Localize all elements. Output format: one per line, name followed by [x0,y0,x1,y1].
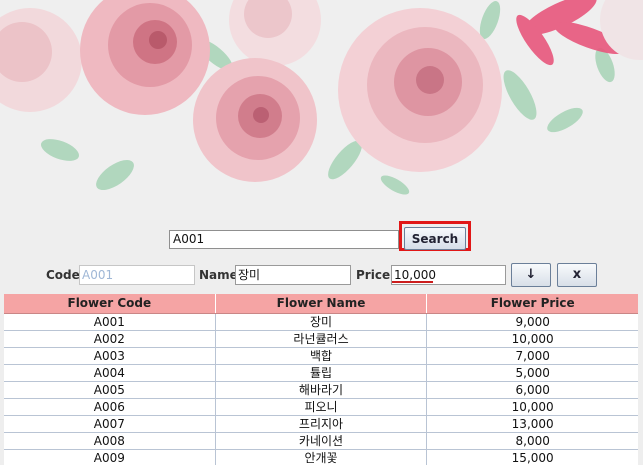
cell-price[interactable]: 9,000 [427,314,638,330]
table-row[interactable]: A002 라넌큘러스 10,000 [4,331,638,348]
table-row[interactable]: A004 튤립 5,000 [4,365,638,382]
cell-name[interactable]: 백합 [216,348,428,364]
cell-code[interactable]: A005 [4,382,216,398]
table-row[interactable]: A008 카네이션 8,000 [4,433,638,450]
table-row[interactable]: A003 백합 7,000 [4,348,638,365]
name-field[interactable] [235,265,351,285]
cell-name[interactable]: 피오니 [216,399,428,415]
cell-code[interactable]: A009 [4,450,216,465]
table-row[interactable]: A006 피오니 10,000 [4,399,638,416]
cell-name[interactable]: 프리지아 [216,416,428,432]
cell-code[interactable]: A006 [4,399,216,415]
cell-name[interactable]: 카네이션 [216,433,428,449]
table-header: Flower Code Flower Name Flower Price [4,294,638,314]
table-row[interactable]: A009 안개꽃 15,000 [4,450,638,465]
price-label: Price [356,268,391,282]
delete-button[interactable]: x [557,263,597,287]
cell-price[interactable]: 5,000 [427,365,638,381]
cell-code[interactable]: A002 [4,331,216,347]
cell-price[interactable]: 10,000 [427,399,638,415]
cell-code[interactable]: A008 [4,433,216,449]
down-arrow-button[interactable]: ↓ [511,263,551,287]
cell-name[interactable]: 튤립 [216,365,428,381]
name-label: Name [199,268,238,282]
search-button[interactable]: Search [404,227,466,250]
cell-code[interactable]: A001 [4,314,216,330]
cell-price[interactable]: 15,000 [427,450,638,465]
cell-name[interactable]: 해바라기 [216,382,428,398]
cell-price[interactable]: 13,000 [427,416,638,432]
column-header-price[interactable]: Flower Price [427,294,638,313]
search-input[interactable] [169,230,399,249]
table-row[interactable]: A001 장미 9,000 [4,314,638,331]
table-row[interactable]: A005 해바라기 6,000 [4,382,638,399]
code-field[interactable] [79,265,195,285]
flower-banner-image [0,0,643,220]
cell-price[interactable]: 8,000 [427,433,638,449]
cell-price[interactable]: 6,000 [427,382,638,398]
column-header-name[interactable]: Flower Name [216,294,428,313]
cell-price[interactable]: 7,000 [427,348,638,364]
cell-code[interactable]: A004 [4,365,216,381]
cell-price[interactable]: 10,000 [427,331,638,347]
column-header-code[interactable]: Flower Code [4,294,216,313]
cell-name[interactable]: 안개꽃 [216,450,428,465]
table-body: A001 장미 9,000 A002 라넌큘러스 10,000 A003 백합 7,000 A00… [4,314,638,465]
cell-code[interactable]: A003 [4,348,216,364]
flower-table[interactable]: Flower Code Flower Name Flower Price A00… [4,294,638,465]
cell-name[interactable]: 라넌큘러스 [216,331,428,347]
table-row[interactable]: A007 프리지아 13,000 [4,416,638,433]
cell-code[interactable]: A007 [4,416,216,432]
cell-name[interactable]: 장미 [216,314,428,330]
code-label: Code [46,268,80,282]
price-underline [392,281,433,283]
down-arrow-icon: ↓ [525,267,537,282]
